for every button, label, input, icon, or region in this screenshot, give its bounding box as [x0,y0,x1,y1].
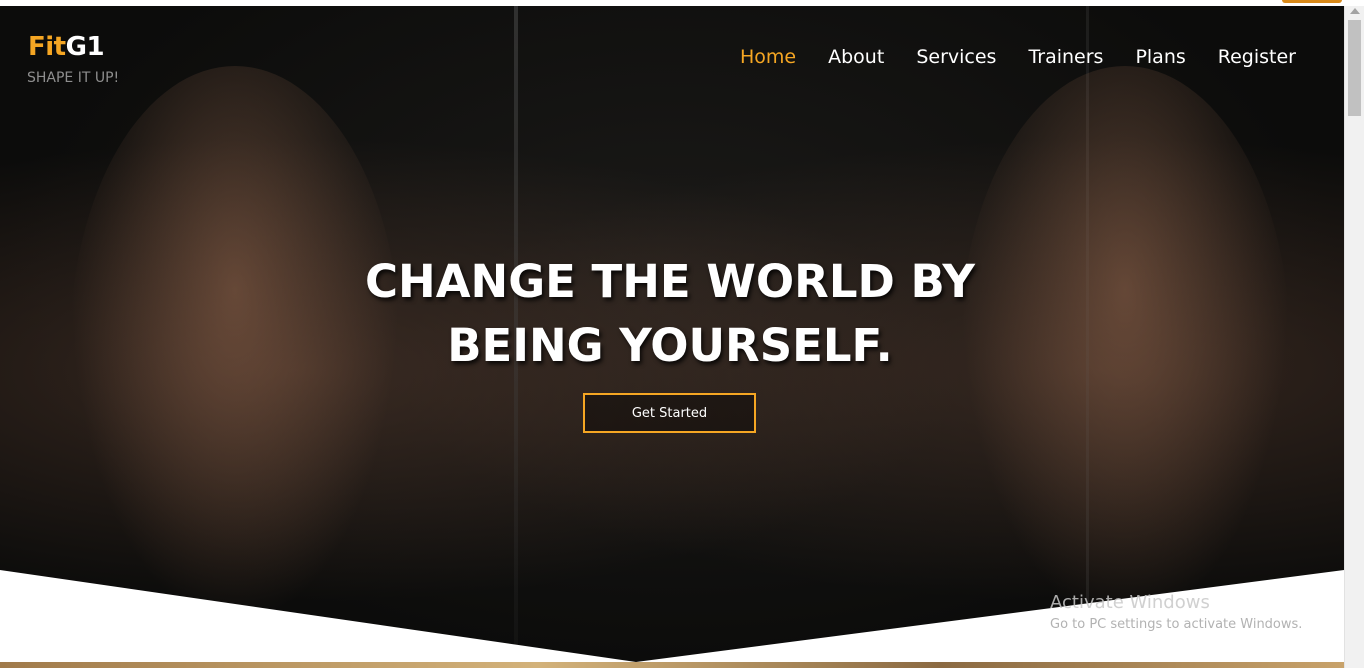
nav-link-services[interactable]: Services [916,46,996,68]
top-accent-tab [1282,0,1342,3]
nav-link-about[interactable]: About [828,46,884,68]
get-started-button[interactable]: Get Started [583,393,756,433]
nav-link-register[interactable]: Register [1218,46,1296,68]
nav-link-plans[interactable]: Plans [1135,46,1185,68]
logo-fit-text: Fit [28,32,66,62]
scroll-up-arrow-icon[interactable] [1350,8,1360,14]
logo-g1-text: G1 [65,32,105,62]
windows-activation-subtitle: Go to PC settings to activate Windows. [1050,617,1303,632]
hero-section: FitG1 SHAPE IT UP! Home About Services T… [0,6,1344,668]
site-logo[interactable]: FitG1 [28,32,105,62]
next-section-preview [0,662,1344,668]
site-tagline: SHAPE IT UP! [27,70,120,86]
nav-link-home[interactable]: Home [740,46,796,68]
hero-headline-line1: CHANGE THE WORLD BY [365,255,975,308]
hero-headline: CHANGE THE WORLD BY BEING YOURSELF. [300,250,1040,378]
windows-activation-title: Activate Windows [1050,592,1210,613]
vertical-scrollbar[interactable] [1344,6,1364,668]
hero-headline-line2: BEING YOURSELF. [447,319,893,372]
nav-link-trainers[interactable]: Trainers [1028,46,1103,68]
main-navigation: Home About Services Trainers Plans Regis… [740,46,1296,68]
scrollbar-thumb[interactable] [1348,20,1361,116]
